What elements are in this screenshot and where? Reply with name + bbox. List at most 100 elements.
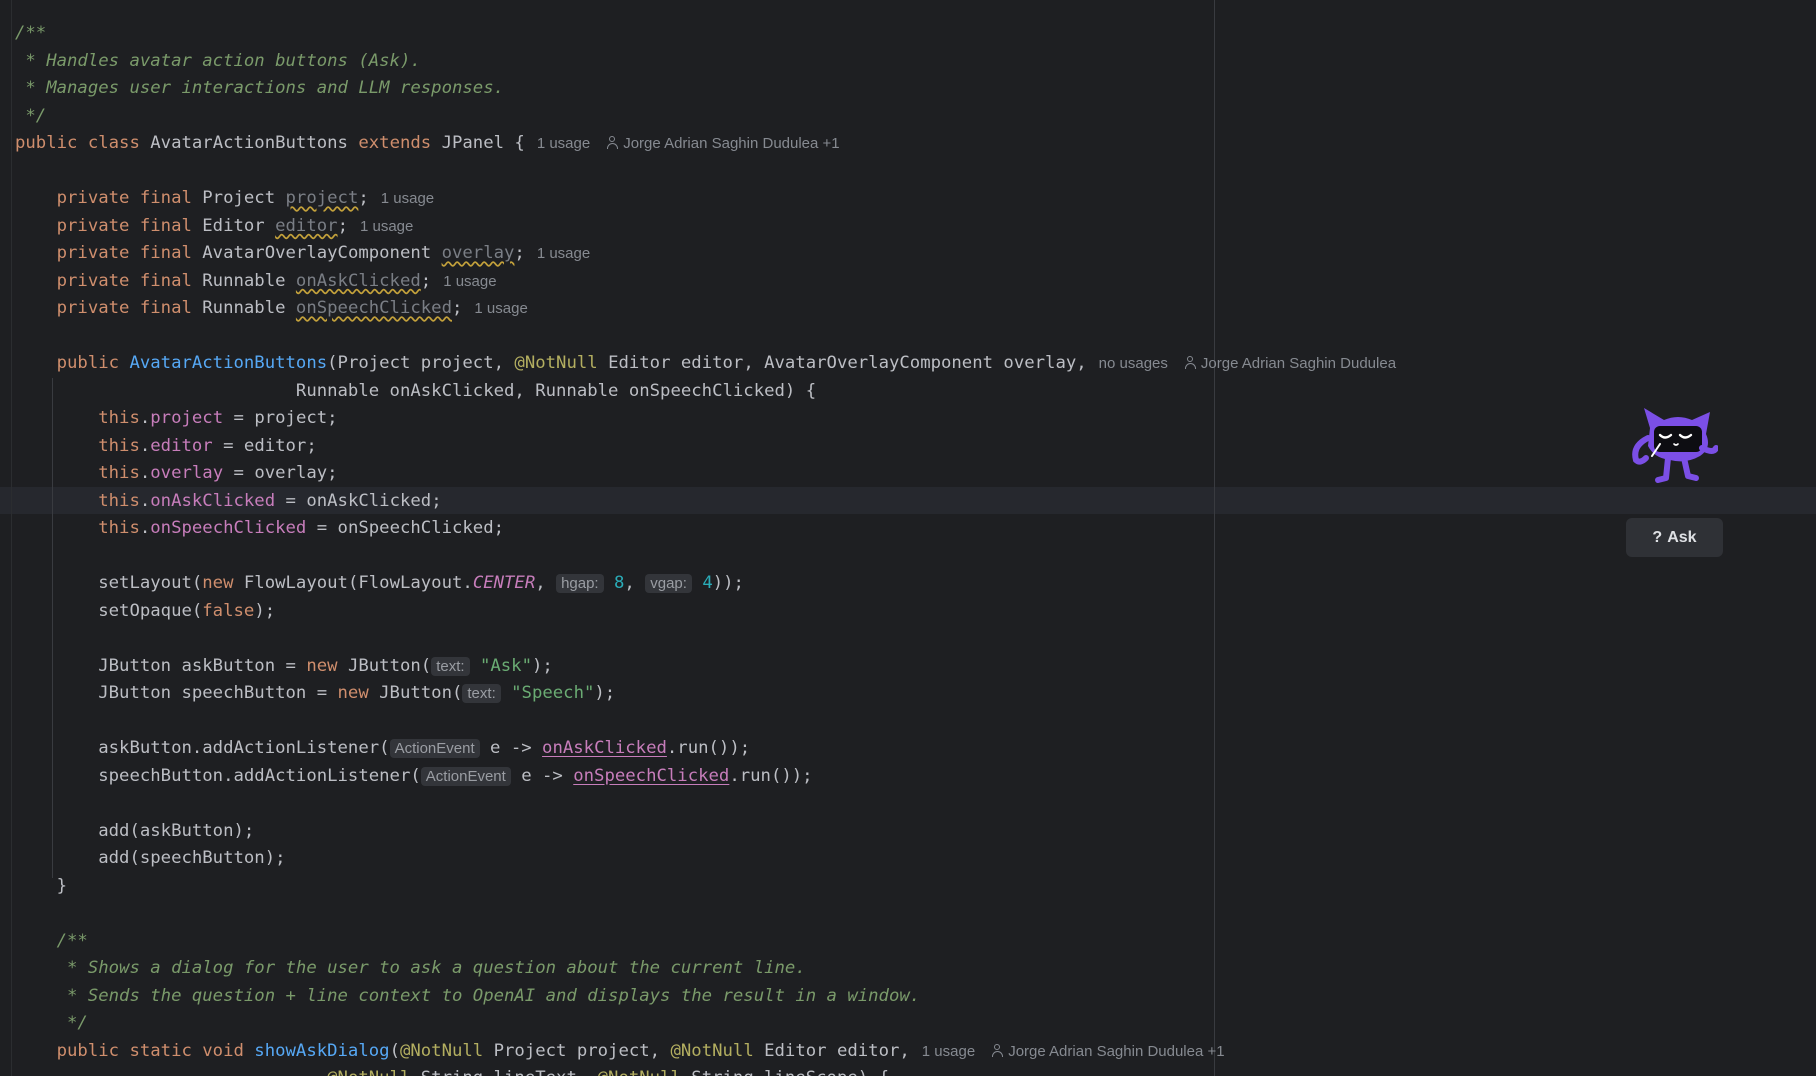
code-token: private final <box>15 243 203 263</box>
code-token: Runnable onAskClicked, Runnable onSpeech… <box>15 380 817 401</box>
usage-inlay-hint[interactable]: 1 usage <box>537 135 590 152</box>
code-line[interactable]: JButton speechButton = new JButton(text:… <box>15 680 1396 708</box>
code-token: private final <box>15 188 203 208</box>
code-token: this <box>98 490 140 511</box>
code-token: extends <box>358 133 442 153</box>
usage-inlay-hint[interactable]: no usages <box>1099 355 1168 372</box>
code-line[interactable]: JButton askButton = new JButton(text: "A… <box>15 653 1396 681</box>
code-lines[interactable]: /** * Handles avatar action buttons (Ask… <box>15 20 1396 1076</box>
code-line[interactable]: private final Project project; 1 usage <box>15 185 1396 213</box>
code-token: . <box>139 463 151 483</box>
code-token: private final <box>15 215 203 236</box>
code-token: false <box>202 600 255 621</box>
code-line[interactable]: add(askButton); <box>15 818 1396 846</box>
code-token: Editor <box>202 215 276 236</box>
code-line[interactable]: this.onSpeechClicked = onSpeechClicked; <box>15 515 1396 543</box>
code-line[interactable] <box>15 790 1396 818</box>
code-line[interactable]: setOpaque(false); <box>15 598 1396 626</box>
code-token: ; <box>514 243 525 263</box>
code-token: = onSpeechClicked; <box>306 518 505 538</box>
code-token: 8 <box>614 573 625 593</box>
usage-inlay-hint[interactable]: 1 usage <box>537 245 590 262</box>
code-line[interactable]: this.editor = editor; <box>15 433 1396 461</box>
code-token: new <box>306 655 348 676</box>
code-line[interactable] <box>15 323 1396 351</box>
usage-inlay-hint[interactable]: 1 usage <box>381 190 434 207</box>
code-token: JButton( <box>379 683 463 703</box>
parameter-inlay-hint: text: <box>431 656 470 676</box>
author-inlay-hint[interactable]: Jorge Adrian Saghin Dudulea <box>1184 355 1396 372</box>
code-token: setLayout( <box>15 573 203 593</box>
code-token: onAskClicked <box>150 490 276 511</box>
code-line[interactable]: /** <box>15 20 1396 48</box>
code-line[interactable]: */ <box>15 1010 1396 1038</box>
cat-mascot-icon[interactable] <box>1630 408 1718 486</box>
code-line[interactable] <box>15 543 1396 571</box>
code-token: ); <box>531 655 553 676</box>
code-token: . <box>139 490 151 511</box>
code-line[interactable]: private final Runnable onSpeechClicked; 1… <box>15 295 1396 323</box>
author-name: Jorge Adrian Saghin Dudulea +1 <box>1008 1042 1225 1060</box>
code-line[interactable]: add(speechButton); <box>15 845 1396 873</box>
code-token: . <box>139 408 151 428</box>
code-line[interactable]: setLayout(new FlowLayout(FlowLayout.CENT… <box>15 570 1396 598</box>
code-token: 4 <box>702 573 713 593</box>
code-line[interactable] <box>15 625 1396 653</box>
code-token: JPanel { <box>441 133 525 153</box>
person-icon <box>1184 356 1197 369</box>
code-token: onSpeechClicked <box>150 518 307 538</box>
code-token: public class <box>15 133 151 153</box>
author-inlay-hint[interactable]: Jorge Adrian Saghin Dudulea +1 <box>606 135 840 152</box>
code-line[interactable]: askButton.addActionListener(ActionEvent … <box>15 735 1396 763</box>
code-token: AvatarOverlayComponent <box>202 243 442 263</box>
code-line[interactable]: public AvatarActionButtons(Project proje… <box>15 350 1396 378</box>
code-token: this <box>98 408 140 428</box>
code-line[interactable]: private final AvatarOverlayComponent ove… <box>15 240 1396 268</box>
code-token: ); <box>594 683 616 703</box>
code-line[interactable]: private final Editor editor; 1 usage <box>15 213 1396 241</box>
code-line[interactable]: public static void showAskDialog(@NotNul… <box>15 1038 1396 1066</box>
ask-button[interactable]: ? Ask <box>1626 518 1723 557</box>
code-line[interactable]: /** <box>15 928 1396 956</box>
field-reference[interactable]: onSpeechClicked <box>573 766 729 786</box>
code-line[interactable] <box>15 900 1396 928</box>
code-line[interactable]: this.onAskClicked = onAskClicked; <box>15 488 1396 516</box>
code-line[interactable]: private final Runnable onAskClicked; 1 us… <box>15 268 1396 296</box>
code-line[interactable]: this.overlay = overlay; <box>15 460 1396 488</box>
code-token: project <box>285 188 359 208</box>
code-comment: /** <box>15 23 47 43</box>
code-token: ; <box>420 270 432 291</box>
code-editor[interactable]: /** * Handles avatar action buttons (Ask… <box>0 0 1816 1076</box>
person-icon <box>991 1043 1004 1057</box>
code-line[interactable]: } <box>15 873 1396 901</box>
usage-inlay-hint[interactable]: 1 usage <box>360 218 413 235</box>
code-line[interactable] <box>15 158 1396 186</box>
code-token: @NotNull <box>399 1040 494 1061</box>
parameter-inlay-hint: ActionEvent <box>389 739 480 758</box>
code-comment: * Sends the question + line context to O… <box>15 985 921 1006</box>
code-line[interactable] <box>15 708 1396 736</box>
field-reference[interactable]: onAskClicked <box>542 738 667 758</box>
usage-inlay-hint[interactable]: 1 usage <box>443 273 496 290</box>
code-line[interactable]: */ <box>15 103 1396 131</box>
code-line[interactable]: public class AvatarActionButtons extends… <box>15 130 1396 158</box>
code-token: private final <box>15 298 203 318</box>
code-line[interactable]: Runnable onAskClicked, Runnable onSpeech… <box>15 378 1396 406</box>
code-token: project <box>150 408 224 428</box>
code-line[interactable]: * Handles avatar action buttons (Ask). <box>15 48 1396 76</box>
code-token: } <box>15 875 68 896</box>
code-line[interactable]: * Manages user interactions and LLM resp… <box>15 75 1396 103</box>
usage-inlay-hint[interactable]: 1 usage <box>922 1043 975 1060</box>
code-token: .run()); <box>729 765 813 786</box>
code-token: speechButton.addActionListener( <box>15 765 421 786</box>
code-token: String lineScope) { <box>691 1068 889 1076</box>
usage-inlay-hint[interactable]: 1 usage <box>474 300 527 317</box>
code-token: = editor; <box>212 435 317 456</box>
author-inlay-hint[interactable]: Jorge Adrian Saghin Dudulea +1 <box>991 1042 1225 1060</box>
code-line[interactable]: * Shows a dialog for the user to ask a q… <box>15 955 1396 983</box>
code-line[interactable]: this.project = project; <box>15 405 1396 433</box>
code-line[interactable]: speechButton.addActionListener(ActionEve… <box>15 763 1396 791</box>
code-line[interactable]: @NotNull String lineText, @NotNull Strin… <box>15 1065 1396 1076</box>
code-line[interactable]: * Sends the question + line context to O… <box>15 983 1396 1011</box>
